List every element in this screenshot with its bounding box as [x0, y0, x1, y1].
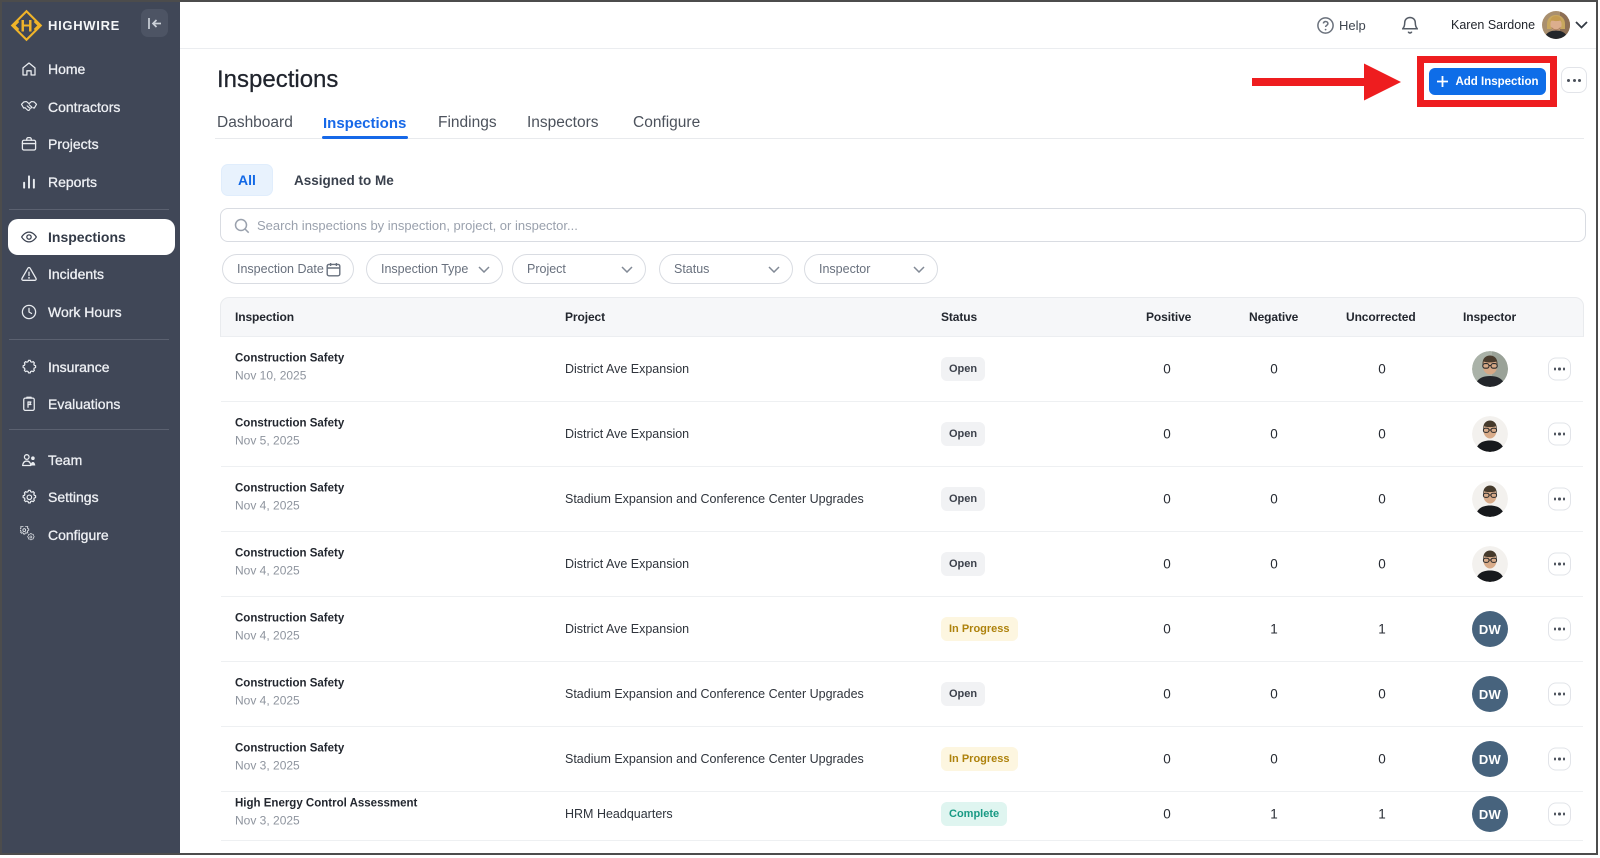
svg-text:H: H [20, 17, 32, 36]
